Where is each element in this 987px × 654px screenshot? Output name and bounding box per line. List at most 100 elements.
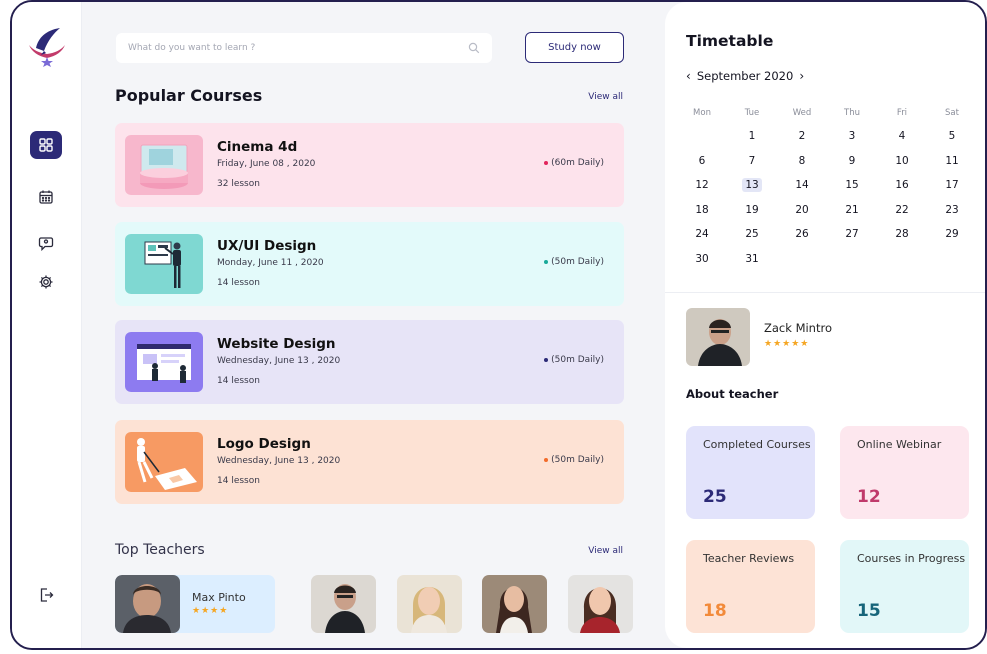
- course-duration: (50m Daily): [544, 257, 604, 267]
- calendar-day[interactable]: 10: [877, 155, 927, 167]
- stat-card-completed-courses[interactable]: Completed Courses 25: [686, 426, 815, 519]
- messages-nav-button[interactable]: [30, 229, 62, 257]
- calendar-day[interactable]: 16: [877, 179, 927, 191]
- search-input[interactable]: [128, 43, 468, 53]
- course-card[interactable]: Website Design Wednesday, June 13 , 2020…: [115, 320, 624, 404]
- calendar-icon: [39, 190, 53, 204]
- course-card[interactable]: Cinema 4d Friday, June 08 , 2020 32 less…: [115, 123, 624, 207]
- settings-nav-button[interactable]: [30, 268, 62, 296]
- calendar-day[interactable]: 2: [777, 130, 827, 142]
- calendar-day[interactable]: 19: [727, 204, 777, 216]
- calendar-day[interactable]: 11: [927, 155, 977, 167]
- featured-teacher-card[interactable]: Max Pinto ★★★★: [115, 575, 275, 633]
- calendar-day[interactable]: 17: [927, 179, 977, 191]
- course-thumbnail-website-design: [125, 332, 203, 392]
- sidebar: [12, 2, 82, 648]
- calendar-day-label: 26: [795, 228, 809, 241]
- calendar-day-label: 31: [745, 252, 759, 265]
- teacher-avatar[interactable]: [397, 575, 462, 633]
- avatar: [115, 575, 180, 633]
- calendar-day[interactable]: 1: [727, 130, 777, 142]
- teachers-view-all-link[interactable]: View all: [588, 546, 623, 556]
- calendar-day-label: 15: [845, 179, 859, 192]
- divider: [665, 292, 985, 293]
- stat-card-teacher-reviews[interactable]: Teacher Reviews 18: [686, 540, 815, 633]
- calendar-day[interactable]: 12: [677, 179, 727, 191]
- calendar-day-label: 18: [695, 203, 709, 216]
- calendar-day-label: 23: [945, 203, 959, 216]
- calendar-day[interactable]: 7: [727, 155, 777, 167]
- course-card[interactable]: UX/UI Design Monday, June 11 , 2020 14 l…: [115, 222, 624, 306]
- calendar-day[interactable]: 5: [927, 130, 977, 142]
- calendar-week: 18 19 20 21 22 23: [677, 198, 977, 223]
- calendar-nav-button[interactable]: [30, 183, 62, 211]
- stat-value: 12: [857, 487, 881, 507]
- stat-value: 25: [703, 487, 727, 507]
- calendar-week: 1 2 3 4 5: [677, 124, 977, 149]
- teacher-avatar[interactable]: [482, 575, 547, 633]
- calendar-day[interactable]: 9: [827, 155, 877, 167]
- month-label: September 2020: [696, 69, 794, 83]
- calendar-day-label: 22: [895, 203, 909, 216]
- calendar-day[interactable]: 20: [777, 204, 827, 216]
- teacher-name: Zack Mintro: [764, 321, 832, 335]
- teacher-avatar[interactable]: [568, 575, 633, 633]
- calendar-day[interactable]: 24: [677, 228, 727, 240]
- course-card[interactable]: Logo Design Wednesday, June 13 , 2020 14…: [115, 420, 624, 504]
- search-icon[interactable]: [468, 42, 480, 54]
- logout-icon: [40, 588, 54, 602]
- status-dot: [544, 458, 549, 462]
- chevron-left-icon[interactable]: ‹: [686, 69, 691, 83]
- calendar-days: 1 2 3 4 5 6 7 8 9 10 11 12 13 14 15 16 17 18 19 20 21 22 23 24 2…: [677, 124, 977, 271]
- calendar-day[interactable]: 29: [927, 228, 977, 240]
- course-lessons: 14 lesson: [217, 476, 260, 486]
- calendar-day[interactable]: 15: [827, 179, 877, 191]
- timetable-title: Timetable: [686, 32, 774, 50]
- calendar-day[interactable]: 23: [927, 204, 977, 216]
- search-bar[interactable]: [116, 33, 492, 63]
- calendar-day[interactable]: 4: [877, 130, 927, 142]
- logout-button[interactable]: [30, 581, 62, 609]
- popular-view-all-link[interactable]: View all: [588, 92, 623, 102]
- calendar-day-label: 11: [945, 154, 959, 167]
- teacher-avatar[interactable]: [311, 575, 376, 633]
- calendar-day[interactable]: 18: [677, 204, 727, 216]
- study-now-button[interactable]: Study now: [525, 32, 624, 63]
- calendar-week: 12 13 14 15 16 17: [677, 173, 977, 198]
- course-title: Website Design: [217, 336, 336, 352]
- calendar-day[interactable]: 30: [677, 253, 727, 265]
- calendar-day-label: 2: [798, 130, 806, 143]
- calendar-day-label: 6: [698, 154, 706, 167]
- stat-card-courses-in-progress[interactable]: Courses in Progress 15: [840, 540, 969, 633]
- calendar-day[interactable]: 21: [827, 204, 877, 216]
- dashboard-nav-button[interactable]: [30, 131, 62, 159]
- chevron-right-icon[interactable]: ›: [799, 69, 804, 83]
- calendar-day[interactable]: 26: [777, 228, 827, 240]
- stat-value: 18: [703, 601, 727, 621]
- calendar-day[interactable]: 27: [827, 228, 877, 240]
- calendar-day-today[interactable]: 13: [727, 178, 777, 193]
- stat-card-online-webinar[interactable]: Online Webinar 12: [840, 426, 969, 519]
- teacher-name: Max Pinto: [192, 591, 246, 604]
- calendar-day[interactable]: 28: [877, 228, 927, 240]
- calendar-day-label: 3: [848, 130, 856, 143]
- weekday-label: Thu: [844, 108, 860, 118]
- calendar-day-label: 25: [745, 228, 759, 241]
- calendar-day[interactable]: 3: [827, 130, 877, 142]
- calendar-day[interactable]: 8: [777, 155, 827, 167]
- stat-label: Online Webinar: [857, 438, 942, 451]
- calendar-week: 6 7 8 9 10 11: [677, 149, 977, 174]
- calendar-day[interactable]: 6: [677, 155, 727, 167]
- calendar-day[interactable]: 25: [727, 228, 777, 240]
- chat-icon: [38, 237, 54, 251]
- course-date: Wednesday, June 13 , 2020: [217, 356, 341, 366]
- course-duration-label: (50m Daily): [551, 455, 604, 465]
- calendar-day-label: 24: [695, 228, 709, 241]
- calendar-day-label: 30: [695, 252, 709, 265]
- course-title: Cinema 4d: [217, 139, 298, 155]
- calendar-day[interactable]: 31: [727, 253, 777, 265]
- weekday-label: Sat: [945, 108, 959, 118]
- calendar-day[interactable]: 14: [777, 179, 827, 191]
- calendar-day[interactable]: 22: [877, 204, 927, 216]
- course-title: Logo Design: [217, 436, 311, 452]
